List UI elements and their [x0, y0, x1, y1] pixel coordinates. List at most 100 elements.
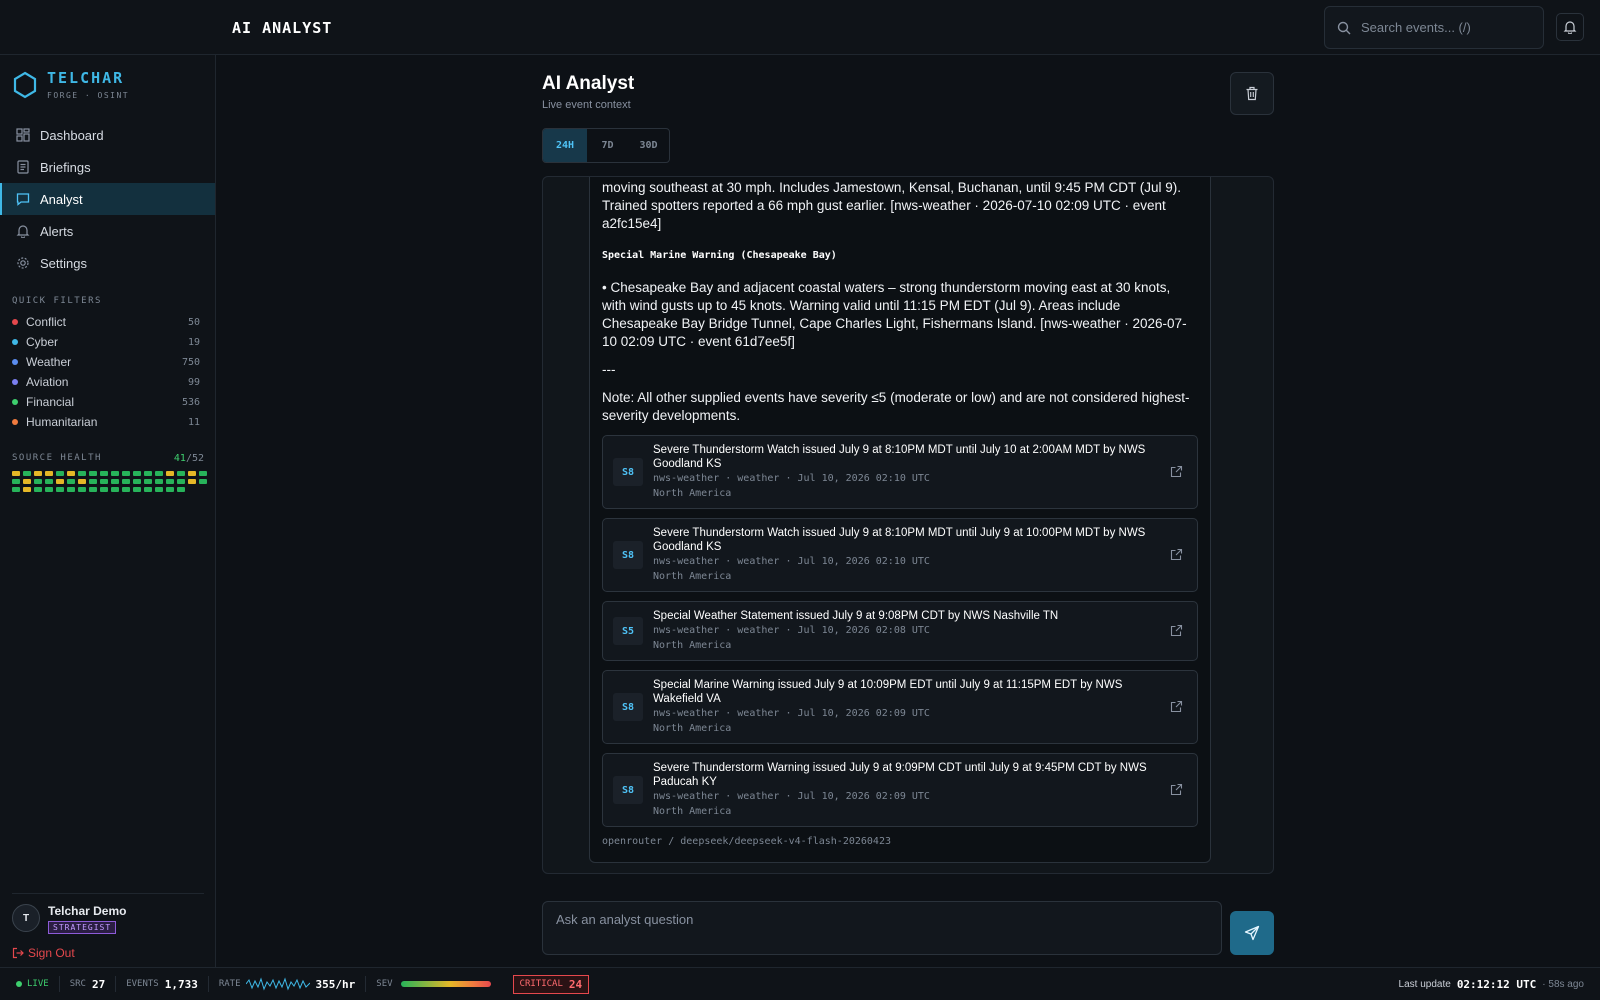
- app-title: AI ANALYST: [232, 19, 333, 37]
- rate-value: 355/hr: [315, 977, 356, 991]
- filter-weather[interactable]: Weather 750: [12, 352, 200, 372]
- source-health-cell: [56, 479, 64, 484]
- chat-panel[interactable]: moving southeast at 30 mph. Includes Jam…: [542, 176, 1274, 874]
- avatar[interactable]: T: [12, 904, 40, 932]
- search-placeholder: Search events... (/): [1361, 20, 1471, 35]
- last-update-time: 02:12:12 UTC: [1456, 977, 1537, 991]
- clear-chat-button[interactable]: [1230, 72, 1274, 115]
- source-health-cell: [45, 471, 53, 476]
- source-health-cell: [144, 487, 152, 492]
- event-title: Special Weather Statement issued July 9 …: [653, 610, 1059, 622]
- source-health-cell: [111, 487, 119, 492]
- nav-label-dashboard: Dashboard: [40, 127, 104, 143]
- source-health-cell: [12, 479, 20, 484]
- nav-item-alerts[interactable]: Alerts: [0, 215, 215, 247]
- critical-value: 24: [568, 977, 583, 991]
- severity-gradient-bar: [400, 981, 491, 987]
- send-button[interactable]: [1230, 911, 1274, 955]
- external-link-icon[interactable]: [1170, 624, 1183, 637]
- external-link-icon[interactable]: [1170, 700, 1183, 713]
- source-health-cell: [188, 471, 196, 476]
- severity-badge: S8: [613, 693, 643, 721]
- main-content: AI Analyst Live event context 24H 7D 30D…: [216, 55, 1600, 967]
- event-meta: nws-weather · weather · Jul 10, 2026 02:…: [653, 625, 930, 636]
- source-health-total: /52: [185, 453, 204, 464]
- bell-icon: [16, 225, 30, 238]
- last-update: Last update 02:12:12 UTC · 58s ago: [1399, 978, 1600, 991]
- external-link-icon[interactable]: [1170, 548, 1183, 561]
- source-health-cell: [133, 471, 141, 476]
- src-label: SRC: [69, 979, 86, 989]
- filter-label: Financial: [26, 395, 75, 409]
- source-health-cell: [155, 487, 163, 492]
- search-box[interactable]: Search events... (/): [1324, 6, 1544, 49]
- source-health-cell: [45, 487, 53, 492]
- critical-label: CRITICAL: [519, 979, 563, 989]
- sign-out-link[interactable]: Sign Out: [12, 946, 75, 960]
- event-card[interactable]: S8 Severe Thunderstorm Watch issued July…: [602, 435, 1198, 509]
- source-health-cell: [177, 471, 185, 476]
- event-title: Special Marine Warning issued July 9 at …: [653, 679, 1123, 705]
- notifications-button[interactable]: [1556, 13, 1584, 41]
- nav-label-alerts: Alerts: [40, 223, 74, 239]
- event-cards: S8 Severe Thunderstorm Watch issued July…: [602, 435, 1198, 836]
- event-meta: nws-weather · weather · Jul 10, 2026 02:…: [653, 556, 930, 567]
- question-input[interactable]: Ask an analyst question: [542, 901, 1222, 955]
- source-health-cell: [67, 471, 75, 476]
- trash-icon: [1246, 86, 1258, 101]
- source-health-cell: [89, 471, 97, 476]
- last-update-label: Last update: [1398, 978, 1451, 990]
- nav-item-settings[interactable]: Settings: [0, 247, 215, 279]
- nav-label-briefings: Briefings: [40, 159, 91, 175]
- range-30d[interactable]: 30D: [628, 129, 669, 162]
- range-7d[interactable]: 7D: [587, 129, 628, 162]
- live-label: LIVE: [27, 979, 49, 989]
- source-health-cell: [12, 487, 20, 492]
- source-health-cell: [122, 471, 130, 476]
- rate: RATE 355/hr: [209, 976, 367, 992]
- nav-item-briefings[interactable]: Briefings: [0, 151, 215, 183]
- critical-badge[interactable]: CRITICAL 24: [512, 974, 590, 994]
- filter-dot: [12, 399, 18, 405]
- external-link-icon[interactable]: [1170, 783, 1183, 796]
- filter-conflict[interactable]: Conflict 50: [12, 312, 200, 332]
- event-card[interactable]: S8 Severe Thunderstorm Warning issued Ju…: [602, 753, 1198, 827]
- source-health-cell: [100, 479, 108, 484]
- source-health-ok: 41: [173, 453, 186, 464]
- search-icon: [1337, 21, 1351, 34]
- source-health-cell: [34, 479, 42, 484]
- source-health-cell: [199, 479, 207, 484]
- sev-label: SEV: [376, 979, 393, 989]
- event-card[interactable]: S8 Special Marine Warning issued July 9 …: [602, 670, 1198, 744]
- filter-count: 19: [187, 336, 200, 348]
- external-link-icon[interactable]: [1170, 465, 1183, 478]
- filter-count: 750: [181, 356, 200, 368]
- message-heading: Special Marine Warning (Chesapeake Bay): [602, 250, 837, 261]
- source-health-cell: [177, 479, 185, 484]
- filter-financial[interactable]: Financial 536: [12, 392, 200, 412]
- filter-humanitarian[interactable]: Humanitarian 11: [12, 412, 200, 432]
- source-health-cell: [166, 487, 174, 492]
- quick-filters-label: QUICK FILTERS: [12, 296, 102, 306]
- role-badge: STRATEGIST: [48, 921, 117, 934]
- source-health-cell: [78, 487, 86, 492]
- nav-item-dashboard[interactable]: Dashboard: [0, 119, 215, 151]
- source-health-cell: [23, 487, 31, 492]
- nav-item-analyst[interactable]: Analyst: [0, 183, 215, 215]
- model-attribution: openrouter / deepseek/deepseek-v4-flash-…: [602, 836, 891, 847]
- event-card[interactable]: S5 Special Weather Statement issued July…: [602, 601, 1198, 661]
- source-health-cell: [144, 479, 152, 484]
- user-name: Telchar Demo: [48, 904, 127, 918]
- filter-count: 99: [187, 376, 200, 388]
- filter-aviation[interactable]: Aviation 99: [12, 372, 200, 392]
- range-24h[interactable]: 24H: [543, 129, 587, 162]
- brand-logo[interactable]: TELCHAR FORGE · OSINT: [12, 69, 129, 100]
- source-health-cell: [111, 479, 119, 484]
- severity-meter: SEV: [366, 976, 500, 992]
- rate-label: RATE: [218, 979, 241, 989]
- event-title: Severe Thunderstorm Watch issued July 9 …: [653, 527, 1146, 553]
- event-title: Severe Thunderstorm Watch issued July 9 …: [653, 444, 1146, 470]
- event-card[interactable]: S8 Severe Thunderstorm Watch issued July…: [602, 518, 1198, 592]
- filter-cyber[interactable]: Cyber 19: [12, 332, 200, 352]
- source-health-cell: [89, 479, 97, 484]
